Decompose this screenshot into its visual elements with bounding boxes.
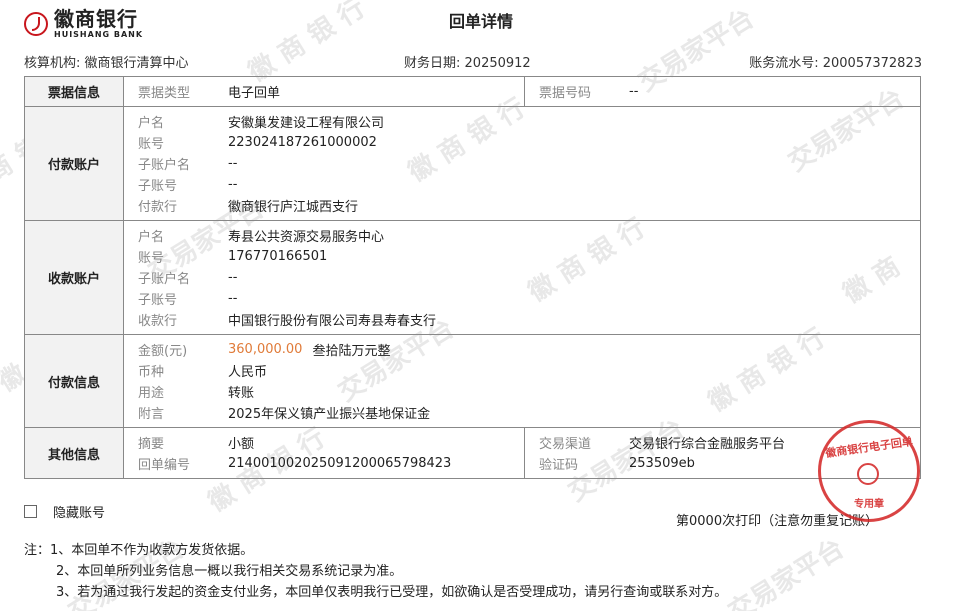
notes: 注：1、本回单不作为收款方发货依据。 2、本回单所列业务信息一概以我行相关交易系…: [24, 540, 727, 603]
ticket-no-value: --: [629, 84, 639, 99]
org-value: 徽商银行清算中心: [84, 56, 189, 71]
list-item: 账号 223024187261000002: [124, 132, 920, 153]
hide-account-label: 隐藏账号: [53, 506, 106, 521]
note-item: 1、本回单不作为收款方发货依据。: [50, 543, 254, 558]
other-heading: 其他信息: [25, 428, 124, 478]
payee-name-value: 寿县公共资源交易服务中心: [228, 230, 385, 245]
seal-logo-icon: [857, 463, 879, 485]
payer-section: 付款账户 户名 安徽巢发建设工程有限公司 账号 223024187261000002…: [25, 107, 920, 221]
payer-name-value: 安徽巢发建设工程有限公司: [228, 116, 385, 131]
list-item: 收款行 中国银行股份有限公司寿县寿春支行: [124, 309, 920, 330]
channel-value: 交易银行综合金融服务平台: [629, 437, 786, 452]
ticket-type-value: 电子回单: [228, 86, 281, 101]
payee-subaccount-label: 子账号: [138, 293, 178, 308]
hide-account-toggle[interactable]: 隐藏账号: [24, 502, 105, 521]
payer-subaccount-label: 子账号: [138, 179, 178, 194]
payee-account-label: 账号: [138, 251, 165, 266]
payer-bank-value: 徽商银行庐江城西支行: [228, 200, 359, 215]
payer-subname-label: 子账户名: [138, 158, 191, 173]
purpose-label: 用途: [138, 386, 165, 401]
payer-bank-label: 付款行: [138, 200, 178, 215]
org-label: 核算机构:: [24, 56, 81, 71]
amount-label: 金额(元): [138, 344, 188, 359]
currency-label: 币种: [138, 365, 165, 380]
date-value: 20250912: [464, 56, 531, 71]
payee-subname-value: --: [228, 270, 238, 285]
payer-account-value: 223024187261000002: [228, 135, 377, 150]
payment-section: 付款信息 金额(元) 360,000.00 叁拾陆万元整 币种 人民币 用途 转…: [25, 335, 920, 428]
org-info: 核算机构: 徽商银行清算中心: [24, 52, 189, 71]
list-item: 账号 176770166501: [124, 246, 920, 267]
hide-account-checkbox[interactable]: [24, 505, 37, 518]
list-item: 户名 寿县公共资源交易服务中心: [124, 225, 920, 246]
purpose-value: 转账: [228, 386, 255, 401]
date-label: 财务日期:: [404, 56, 461, 71]
list-item: 子账户名 --: [124, 153, 920, 174]
currency-value: 人民币: [228, 365, 268, 380]
payee-section: 收款账户 户名 寿县公共资源交易服务中心 账号 176770166501 子账户名 -…: [25, 221, 920, 335]
amount-chinese: 叁拾陆万元整: [312, 344, 391, 359]
payee-heading: 收款账户: [25, 221, 124, 334]
serial-info: 账务流水号: 200057372823: [749, 52, 922, 71]
receipt-no-value: 214001002025091200065798423: [228, 456, 452, 471]
verify-code-label: 验证码: [539, 458, 579, 473]
payee-name-label: 户名: [138, 230, 165, 245]
payer-name-label: 户名: [138, 116, 165, 131]
notes-prefix: 注：: [24, 543, 51, 558]
page-title: 回单详情: [448, 12, 513, 31]
payment-heading: 付款信息: [25, 335, 124, 427]
seal-bottom-text: 专用章: [854, 499, 884, 510]
payer-heading: 付款账户: [25, 107, 124, 220]
serial-value: 200057372823: [822, 56, 922, 71]
payer-subname-value: --: [228, 156, 238, 171]
list-item: 户名 安徽巢发建设工程有限公司: [124, 111, 920, 132]
payee-account-value: 176770166501: [228, 249, 328, 264]
remark-value: 2025年保义镇产业振兴基地保证金: [228, 407, 431, 422]
amount-value: 360,000.00: [228, 342, 303, 357]
payee-bank-label: 收款行: [138, 314, 178, 329]
payee-bank-value: 中国银行股份有限公司寿县寿春支行: [228, 314, 437, 329]
other-section: 其他信息 摘要 小额 回单编号 214001002025091200065798…: [25, 428, 920, 478]
payer-subaccount-value: --: [228, 177, 238, 192]
remark-label: 附言: [138, 407, 165, 422]
summary-label: 摘要: [138, 437, 165, 452]
verify-code-value: 253509eb: [629, 456, 695, 471]
ticket-heading: 票据信息: [25, 77, 124, 106]
list-item: 子账号 --: [124, 174, 920, 195]
header: 徽商银行 HUISHANG BANK 回单详情: [0, 0, 962, 48]
ticket-section: 票据信息 票据类型 电子回单 票据号码 --: [25, 77, 920, 107]
payee-subaccount-value: --: [228, 291, 238, 306]
payer-account-label: 账号: [138, 137, 165, 152]
summary-value: 小额: [228, 437, 255, 452]
list-item: 子账户名 --: [124, 267, 920, 288]
channel-label: 交易渠道: [539, 437, 592, 452]
payee-subname-label: 子账户名: [138, 272, 191, 287]
note-item: 2、本回单所列业务信息一概以我行相关交易系统记录为准。: [56, 564, 403, 579]
receipt-table: 票据信息 票据类型 电子回单 票据号码 -- 付款账户 户名 安徽巢发建设工程有限…: [24, 76, 921, 479]
note-item: 3、若为通过我行发起的资金支付业务，本回单仅表明我行已受理，如欲确认是否受理成功…: [56, 585, 728, 600]
ticket-type-label: 票据类型: [138, 86, 191, 101]
list-item: 付款行 徽商银行庐江城西支行: [124, 195, 920, 216]
electronic-seal: 徽商银行电子回单 专用章: [818, 420, 920, 522]
ticket-no-label: 票据号码: [539, 86, 592, 101]
serial-label: 账务流水号:: [749, 56, 819, 71]
receipt-no-label: 回单编号: [138, 458, 191, 473]
seal-top-text: 徽商银行电子回单: [824, 434, 914, 461]
list-item: 子账号 --: [124, 288, 920, 309]
date-info: 财务日期: 20250912: [404, 52, 531, 71]
